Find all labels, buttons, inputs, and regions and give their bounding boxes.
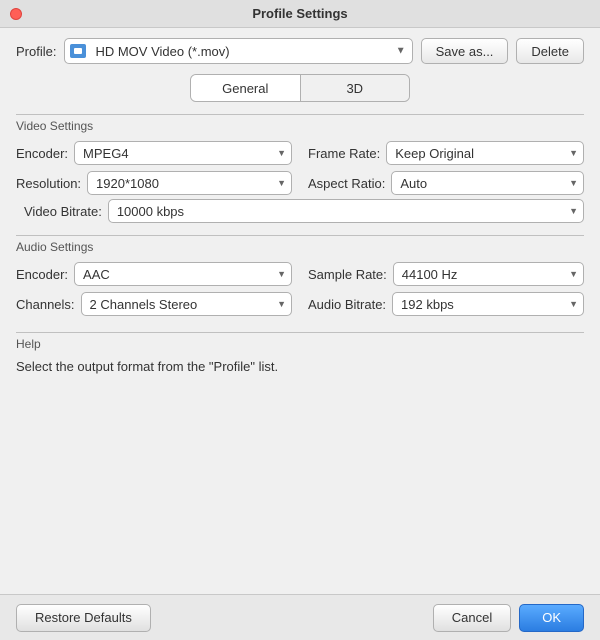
resolution-select-wrapper: 1920*1080 1280*720 ▼ [87, 171, 292, 195]
audio-settings-title: Audio Settings [16, 240, 584, 254]
audio-bitrate-row: Audio Bitrate: 192 kbps 128 kbps 256 kbp… [308, 292, 584, 316]
frame-rate-row: Frame Rate: Keep Original 24 30 ▼ [308, 141, 584, 165]
sample-rate-row: Sample Rate: 44100 Hz 48000 Hz ▼ [308, 262, 584, 286]
channels-select-wrapper: 2 Channels Stereo 1 Channel Mono ▼ [81, 292, 292, 316]
video-settings-section: Video Settings Encoder: MPEG4 H.264 H.26… [16, 114, 584, 223]
encoder-row: Encoder: MPEG4 H.264 H.265 ▼ [16, 141, 292, 165]
sample-rate-select-wrapper: 44100 Hz 48000 Hz ▼ [393, 262, 584, 286]
profile-icon [70, 44, 86, 58]
tab-general[interactable]: General [191, 75, 301, 101]
encoder-label: Encoder: [16, 146, 68, 161]
main-content: Profile: HD MOV Video (*.mov) ▼ Save as.… [0, 28, 600, 594]
footer-right-buttons: Cancel OK [433, 604, 584, 632]
close-button[interactable] [10, 8, 22, 20]
aspect-ratio-row: Aspect Ratio: Auto 4:3 16:9 ▼ [308, 171, 584, 195]
audio-encoder-row: Encoder: AAC MP3 ▼ [16, 262, 292, 286]
audio-bitrate-select-wrapper: 192 kbps 128 kbps 256 kbps ▼ [392, 292, 584, 316]
audio-encoder-label: Encoder: [16, 267, 68, 282]
audio-encoder-select[interactable]: AAC MP3 [74, 262, 292, 286]
help-title: Help [16, 337, 584, 351]
audio-bitrate-select[interactable]: 192 kbps 128 kbps 256 kbps [392, 292, 584, 316]
frame-rate-select[interactable]: Keep Original 24 30 [386, 141, 584, 165]
audio-encoder-select-wrapper: AAC MP3 ▼ [74, 262, 292, 286]
frame-rate-select-wrapper: Keep Original 24 30 ▼ [386, 141, 584, 165]
cancel-button[interactable]: Cancel [433, 604, 511, 632]
help-section: Help Select the output format from the "… [16, 332, 584, 586]
tab-3d[interactable]: 3D [301, 75, 410, 101]
sample-rate-label: Sample Rate: [308, 267, 387, 282]
sample-rate-select[interactable]: 44100 Hz 48000 Hz [393, 262, 584, 286]
ok-button[interactable]: OK [519, 604, 584, 632]
footer: Restore Defaults Cancel OK [0, 594, 600, 640]
video-bitrate-select-wrapper: 10000 kbps 8000 kbps 6000 kbps ▼ [108, 199, 584, 223]
aspect-ratio-select-wrapper: Auto 4:3 16:9 ▼ [391, 171, 584, 195]
video-bitrate-label: Video Bitrate: [24, 204, 102, 219]
audio-bitrate-label: Audio Bitrate: [308, 297, 386, 312]
video-bitrate-row: Video Bitrate: 10000 kbps 8000 kbps 6000… [16, 199, 584, 223]
save-as-button[interactable]: Save as... [421, 38, 509, 64]
frame-rate-label: Frame Rate: [308, 146, 380, 161]
aspect-ratio-label: Aspect Ratio: [308, 176, 385, 191]
profile-select-wrapper: HD MOV Video (*.mov) ▼ [64, 38, 412, 64]
window-title: Profile Settings [252, 6, 347, 21]
resolution-select[interactable]: 1920*1080 1280*720 [87, 171, 292, 195]
profile-label: Profile: [16, 44, 56, 59]
video-form-grid: Encoder: MPEG4 H.264 H.265 ▼ Frame Rate:… [16, 141, 584, 195]
audio-form-grid: Encoder: AAC MP3 ▼ Sample Rate: 44100 Hz… [16, 262, 584, 316]
channels-row: Channels: 2 Channels Stereo 1 Channel Mo… [16, 292, 292, 316]
help-text: Select the output format from the "Profi… [16, 359, 584, 374]
delete-button[interactable]: Delete [516, 38, 584, 64]
channels-select[interactable]: 2 Channels Stereo 1 Channel Mono [81, 292, 292, 316]
profile-select[interactable]: HD MOV Video (*.mov) [64, 38, 412, 64]
resolution-row: Resolution: 1920*1080 1280*720 ▼ [16, 171, 292, 195]
channels-label: Channels: [16, 297, 75, 312]
restore-defaults-button[interactable]: Restore Defaults [16, 604, 151, 632]
tabs-container: General 3D [190, 74, 410, 102]
video-settings-title: Video Settings [16, 119, 584, 133]
encoder-select-wrapper: MPEG4 H.264 H.265 ▼ [74, 141, 292, 165]
profile-row: Profile: HD MOV Video (*.mov) ▼ Save as.… [16, 38, 584, 64]
encoder-select[interactable]: MPEG4 H.264 H.265 [74, 141, 292, 165]
aspect-ratio-select[interactable]: Auto 4:3 16:9 [391, 171, 584, 195]
title-bar: Profile Settings [0, 0, 600, 28]
video-bitrate-select[interactable]: 10000 kbps 8000 kbps 6000 kbps [108, 199, 584, 223]
audio-settings-section: Audio Settings Encoder: AAC MP3 ▼ Sample… [16, 235, 584, 320]
resolution-label: Resolution: [16, 176, 81, 191]
